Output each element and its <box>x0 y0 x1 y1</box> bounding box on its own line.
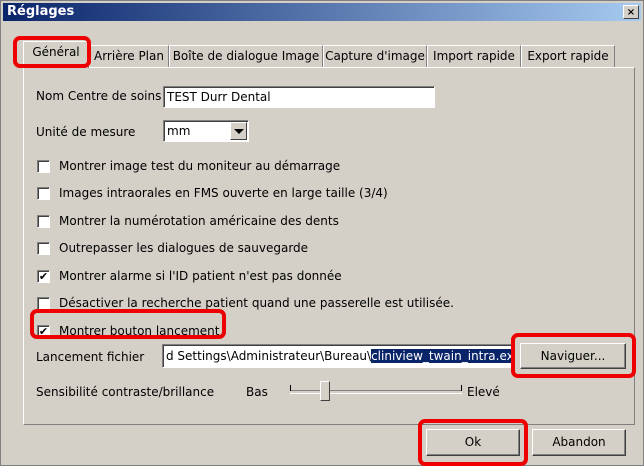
launch-path-selected: cliniview_twain_intra.exe <box>371 349 513 363</box>
checkbox[interactable]: ✔ <box>37 325 50 338</box>
checkbox-label: Outrepasser les dialogues de sauvegarde <box>59 241 309 255</box>
tab-label: Arrière Plan <box>94 49 164 63</box>
checkbox-label: Images intraorales en FMS ouverte en lar… <box>59 186 388 200</box>
contrast-slider-thumb[interactable] <box>320 381 331 401</box>
launch-label: Lancement fichier <box>36 350 145 364</box>
contrast-high-label: Elevé <box>467 385 500 399</box>
centre-name-input[interactable]: TEST Durr Dental <box>163 86 435 108</box>
title-bar: Réglages × <box>3 3 641 21</box>
tab-quick-import[interactable]: Import rapide <box>427 45 521 67</box>
checkbox-label: Désactiver la recherche patient quand un… <box>59 296 454 310</box>
close-icon: × <box>626 7 636 18</box>
centre-label: Nom Centre de soins <box>36 89 162 103</box>
close-button[interactable]: × <box>623 5 639 19</box>
contrast-low-label: Bas <box>246 385 268 399</box>
checkbox-label: Montrer image test du moniteur au démarr… <box>59 159 341 173</box>
launch-path-prefix: d Settings\Administrateur\Bureau\ <box>166 349 372 363</box>
tab-label: Capture d'image <box>325 49 425 63</box>
browse-button[interactable]: Naviguer... <box>520 343 626 369</box>
tab-image-dialog[interactable]: Boîte de dialogue Image <box>169 45 323 67</box>
checkbox[interactable] <box>37 215 50 228</box>
checkbox[interactable] <box>37 160 50 173</box>
slider-tick <box>290 385 291 391</box>
tab-quick-export[interactable]: Export rapide <box>521 45 615 67</box>
checkbox-label: Montrer la numérotation américaine des d… <box>59 214 339 228</box>
unit-select[interactable]: mm <box>163 120 249 142</box>
contrast-slider-track[interactable] <box>290 390 462 394</box>
checkbox[interactable] <box>37 297 50 310</box>
tab-label: Import rapide <box>433 49 515 63</box>
contrast-label: Sensibilité contraste/brillance <box>36 385 215 399</box>
cancel-button[interactable]: Abandon <box>532 429 626 456</box>
launch-file-input[interactable]: d Settings\Administrateur\Bureau\clinivi… <box>162 344 514 368</box>
checkbox[interactable] <box>37 242 50 255</box>
tab-label: Général <box>32 45 80 59</box>
tab-background[interactable]: Arrière Plan <box>89 45 169 67</box>
checkbox[interactable] <box>37 187 50 200</box>
ok-button[interactable]: Ok <box>426 429 520 456</box>
unit-value: mm <box>167 124 191 138</box>
unit-label: Unité de mesure <box>36 125 136 139</box>
checkbox-label: Montrer alarme si l'ID patient n'est pas… <box>59 269 342 283</box>
dropdown-button[interactable] <box>230 122 247 140</box>
checkbox[interactable]: ✔ <box>37 270 50 283</box>
window-title: Réglages <box>7 4 75 19</box>
tab-general[interactable]: Général <box>23 41 89 68</box>
chevron-down-icon <box>234 129 244 134</box>
slider-tick <box>461 385 462 391</box>
tab-label: Boîte de dialogue Image <box>172 49 320 63</box>
tab-label: Export rapide <box>527 49 609 63</box>
checkbox-label: Montrer bouton lancement <box>59 324 220 338</box>
tab-image-capture[interactable]: Capture d'image <box>323 45 427 67</box>
